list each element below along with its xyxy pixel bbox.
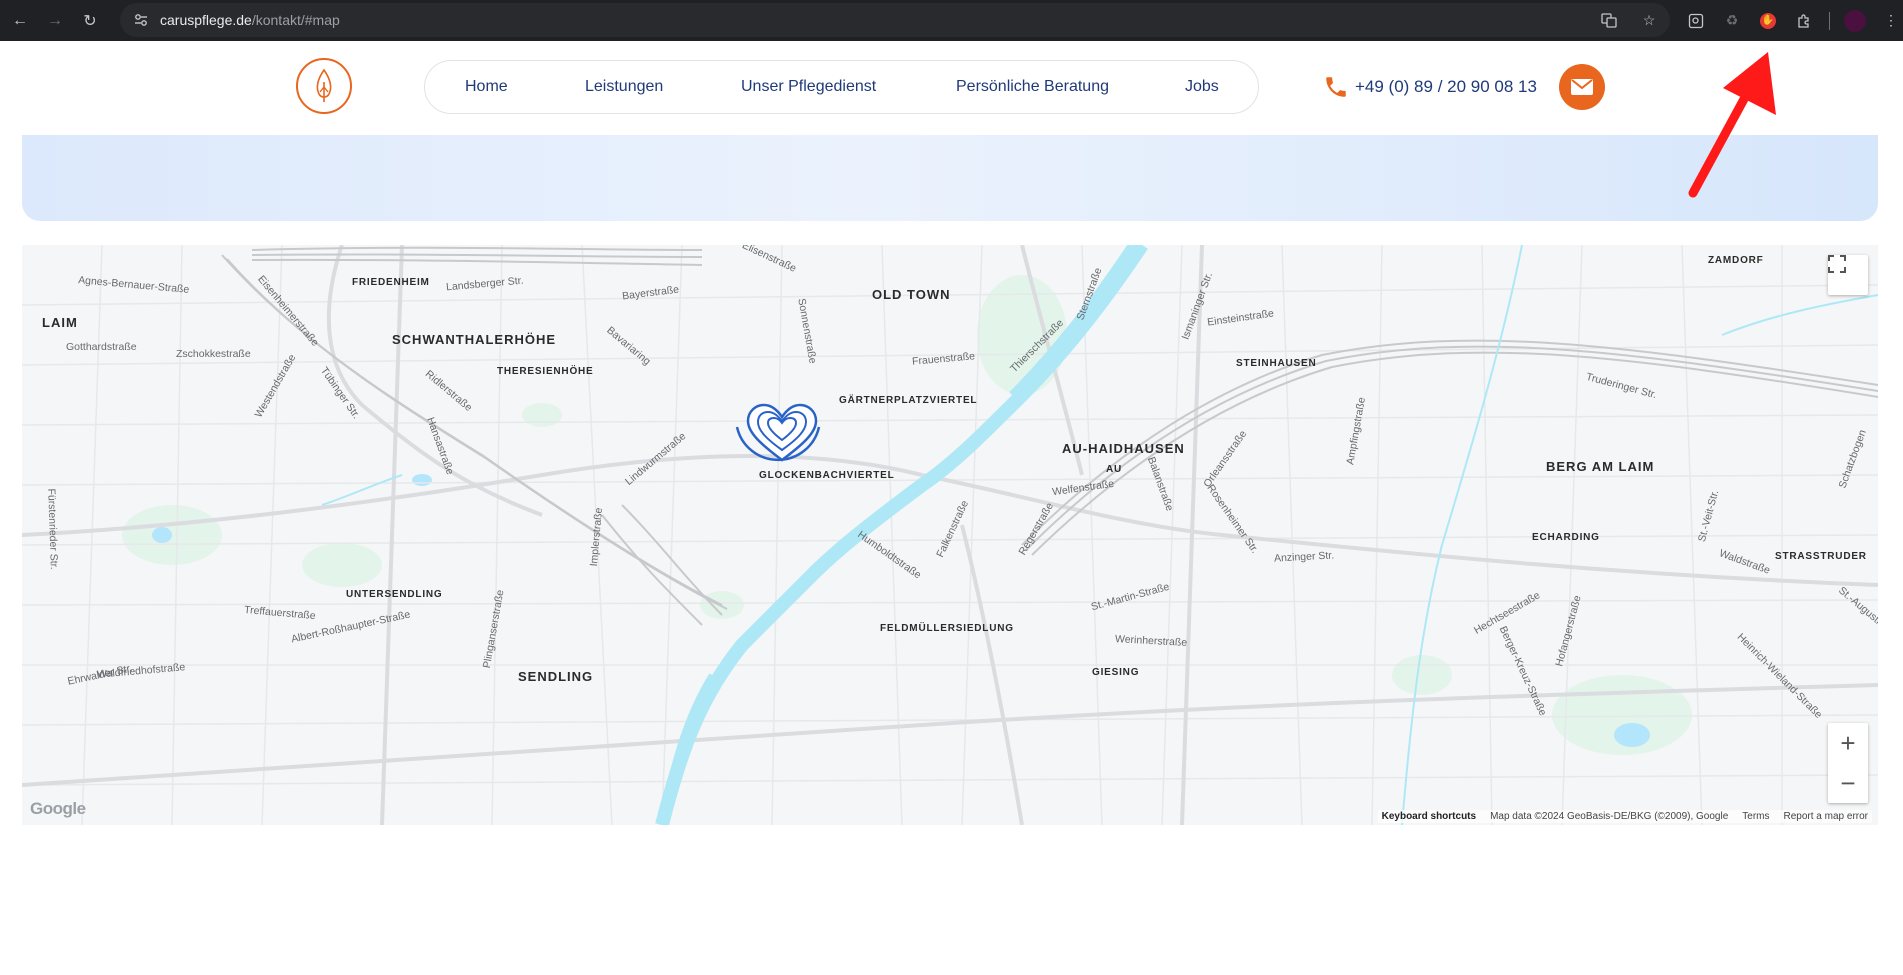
district-label: GLOCKENBACHVIERTEL (759, 470, 895, 481)
nav-home[interactable]: Home (465, 61, 508, 113)
red-hand-extension-icon[interactable]: ✋ (1757, 10, 1779, 32)
district-label: BERG AM LAIM (1546, 459, 1655, 474)
caruspflege-logo[interactable] (296, 58, 352, 114)
report-error-link[interactable]: Report a map error (1784, 811, 1868, 822)
phone-link[interactable]: +49 (0) 89 / 20 90 08 13 (1323, 74, 1537, 100)
site-info-icon[interactable] (130, 9, 152, 31)
nav-persoenliche-beratung[interactable]: Persönliche Beratung (956, 61, 1109, 113)
arrow-left-icon[interactable]: ← (5, 6, 35, 36)
site-header: Home Leistungen Unser Pflegedienst Persö… (0, 41, 1903, 135)
district-label: FRIEDENHEIM (352, 277, 430, 288)
street-label: Zschokkestraße (176, 348, 251, 360)
arrow-right-icon[interactable]: → (40, 6, 70, 36)
keyboard-shortcuts-link[interactable]: Keyboard shortcuts (1382, 811, 1476, 822)
google-logo[interactable]: Google (30, 799, 86, 819)
zoom-out-button[interactable]: − (1828, 763, 1868, 803)
terms-link[interactable]: Terms (1742, 811, 1769, 822)
district-label: GÄRTNERPLATZVIERTEL (839, 395, 978, 406)
heart-marker-icon (735, 403, 821, 462)
translate-icon[interactable] (1598, 9, 1620, 31)
district-label: OLD TOWN (872, 287, 951, 302)
map-attribution: Keyboard shortcuts Map data ©2024 GeoBas… (1377, 810, 1872, 823)
district-label: AU (1106, 464, 1123, 475)
nav-leistungen[interactable]: Leistungen (585, 61, 663, 113)
lens-icon[interactable] (1685, 10, 1707, 32)
phone-number: +49 (0) 89 / 20 90 08 13 (1355, 77, 1537, 96)
zoom-control: + − (1828, 723, 1868, 803)
email-button[interactable] (1559, 64, 1605, 110)
district-label: UNTERSENDLING (346, 589, 443, 600)
district-label: STEINHAUSEN (1236, 358, 1317, 369)
url-path: /kontakt/#map (251, 12, 340, 28)
profile-avatar[interactable] (1844, 9, 1866, 32)
district-label: THERESIENHÖHE (497, 366, 594, 377)
district-label: ECHARDING (1532, 532, 1600, 543)
google-map[interactable]: FRIEDENHEIM OLD TOWN ZAMDORF LAIM SCHWAN… (22, 245, 1878, 825)
puzzle-extensions-icon[interactable] (1793, 10, 1815, 32)
district-label: STRASSTRUDER (1775, 551, 1867, 562)
fullscreen-icon[interactable] (1828, 255, 1868, 295)
phone-icon (1326, 77, 1346, 97)
district-label: LAIM (42, 315, 78, 330)
fullscreen-glyph (1828, 255, 1846, 273)
url-host: caruspflege.de (160, 12, 252, 28)
map-data-credit: Map data ©2024 GeoBasis-DE/BKG (©2009), … (1490, 811, 1729, 822)
recycle-extension-icon[interactable]: ♻ (1721, 10, 1743, 32)
toolbar-divider (1829, 11, 1830, 30)
nav-jobs[interactable]: Jobs (1185, 61, 1219, 113)
district-label: FELDMÜLLERSIEDLUNG (880, 623, 1014, 634)
zoom-in-button[interactable]: + (1828, 723, 1868, 763)
bookmark-star-icon[interactable]: ☆ (1638, 9, 1660, 31)
url-text[interactable]: caruspflege.de/kontakt/#map (160, 12, 340, 28)
browser-toolbar: ← → ↻ caruspflege.de/kontakt/#map ☆ ♻ ✋ … (0, 0, 1903, 41)
nav-unser-pflegedienst[interactable]: Unser Pflegedienst (741, 61, 876, 113)
reload-icon[interactable]: ↻ (75, 6, 105, 36)
district-label: SCHWANTHALERHÖHE (392, 332, 557, 347)
hero-banner (22, 135, 1878, 221)
district-label: ZAMDORF (1708, 255, 1764, 266)
district-label: AU-HAIDHAUSEN (1062, 441, 1185, 456)
main-navigation: Home Leistungen Unser Pflegedienst Persö… (424, 60, 1259, 114)
envelope-icon (1571, 79, 1593, 95)
district-label: SENDLING (518, 669, 594, 684)
address-bar[interactable]: caruspflege.de/kontakt/#map ☆ (120, 3, 1670, 37)
street-label: Gotthardstraße (66, 341, 137, 353)
more-menu-icon[interactable]: ⋮ (1880, 10, 1902, 32)
district-label: GIESING (1092, 667, 1140, 678)
